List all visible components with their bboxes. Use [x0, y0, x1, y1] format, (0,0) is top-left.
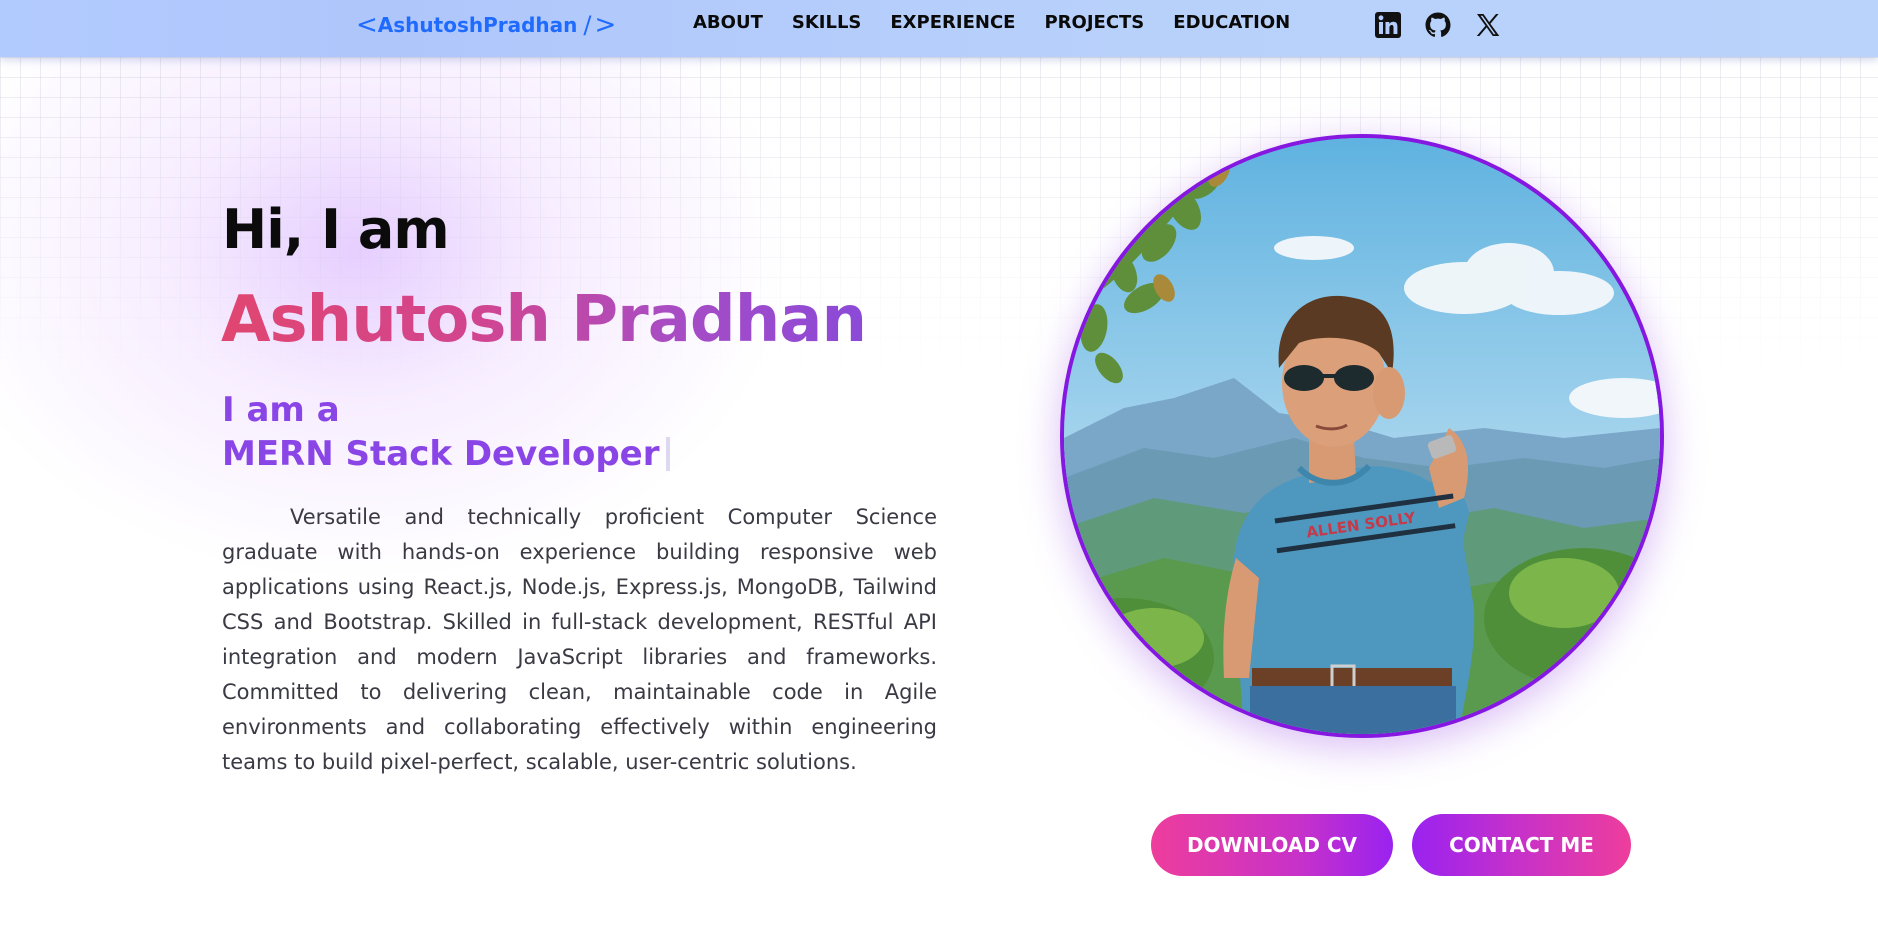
linkedin-icon[interactable] [1374, 11, 1402, 39]
contact-me-button[interactable]: CONTACT ME [1412, 814, 1631, 876]
brand-logo[interactable]: < AshutoshPradhan / > [356, 11, 616, 39]
hero-name: Ashutosh Pradhan [221, 283, 867, 357]
brand-close-bracket: > [594, 10, 617, 40]
brand-slash: / [583, 11, 592, 39]
nav-link-about[interactable]: ABOUT [693, 12, 763, 33]
role-text: MERN Stack Developer [222, 434, 660, 474]
social-links [1374, 11, 1502, 39]
portrait-illustration: ALLEN SOLLY [1064, 138, 1660, 734]
role-prefix: I am a [222, 390, 340, 430]
typing-cursor [665, 437, 670, 471]
profile-portrait: ALLEN SOLLY [1060, 134, 1664, 738]
nav-link-experience[interactable]: EXPERIENCE [890, 12, 1015, 33]
nav-link-education[interactable]: EDUCATION [1173, 12, 1290, 33]
x-icon[interactable] [1474, 11, 1502, 39]
nav-link-projects[interactable]: PROJECTS [1044, 12, 1144, 33]
brand-open-bracket: < [356, 10, 378, 40]
navbar: < AshutoshPradhan / > ABOUT SKILLS EXPER… [0, 0, 1878, 57]
hero-greeting: Hi, I am [222, 198, 450, 261]
github-icon[interactable] [1424, 11, 1452, 39]
nav-links: ABOUT SKILLS EXPERIENCE PROJECTS EDUCATI… [693, 12, 1319, 33]
brand-name: AshutoshPradhan [377, 13, 578, 37]
hero-bio: Versatile and technically proficient Com… [222, 505, 937, 774]
role-line: MERN Stack Developer [222, 434, 670, 474]
page: < AshutoshPradhan / > ABOUT SKILLS EXPER… [0, 0, 1878, 943]
download-cv-button[interactable]: DOWNLOAD CV [1151, 814, 1393, 876]
nav-link-skills[interactable]: SKILLS [792, 12, 862, 33]
